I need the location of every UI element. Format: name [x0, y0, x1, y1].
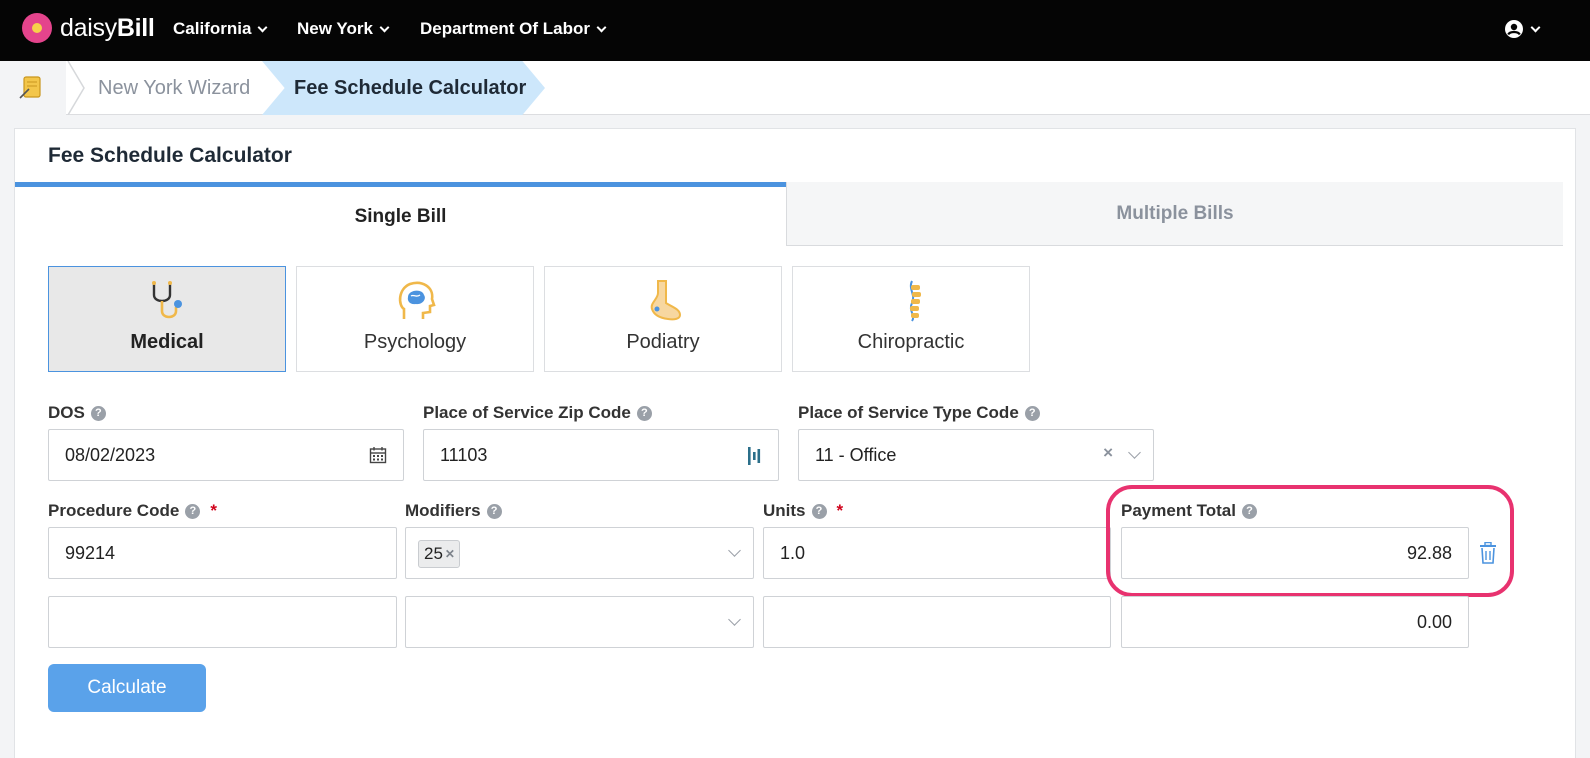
nav-california[interactable]: California	[173, 19, 268, 39]
nav-new-york[interactable]: New York	[297, 19, 390, 39]
breadcrumb-fee-schedule-calculator: Fee Schedule Calculator	[294, 77, 527, 99]
provider-type-chiropractic[interactable]: Chiropractic	[792, 266, 1030, 372]
tab-single-bill[interactable]: Single Bill	[15, 182, 786, 246]
modifiers-select[interactable]	[405, 596, 754, 648]
calendar-icon[interactable]	[369, 446, 387, 464]
help-icon[interactable]: ?	[486, 503, 502, 519]
top-navigation: daisyBill California New York Department…	[0, 0, 1590, 61]
help-icon[interactable]: ?	[811, 503, 827, 519]
pos-type-select[interactable]: 11 - Office ×	[798, 429, 1154, 481]
tab-multiple-bills[interactable]: Multiple Bills	[786, 182, 1563, 246]
breadcrumb-home[interactable]	[0, 61, 66, 115]
procedure-code-input[interactable]	[48, 596, 397, 648]
provider-type-label: Psychology	[363, 331, 467, 353]
brain-icon	[398, 281, 436, 319]
breadcrumb-separator	[67, 61, 85, 115]
pos-type-label: Place of Service Type Code?	[798, 403, 1040, 423]
payment-total-value: 0.00	[1416, 611, 1452, 632]
pos-type-value: 11 - Office	[815, 444, 897, 465]
modifiers-label: Modifiers?	[405, 501, 502, 521]
provider-type-podiatry[interactable]: Podiatry	[544, 266, 782, 372]
procedure-code-value: 99214	[65, 542, 116, 563]
fee-calculator-card: Fee Schedule Calculator Single Bill Mult…	[14, 128, 1576, 758]
provider-type-medical[interactable]: Medical	[48, 266, 286, 372]
provider-type-psychology[interactable]: Psychology	[296, 266, 534, 372]
nav-department-of-labor[interactable]: Department Of Labor	[420, 19, 607, 39]
units-value: 1.0	[780, 542, 806, 563]
spine-icon	[909, 280, 921, 322]
procedure-code-label: Procedure Code? *	[48, 501, 217, 520]
zip-code-label: Place of Service Zip Code?	[423, 403, 652, 423]
modifiers-select[interactable]: 25 ✕	[405, 527, 754, 579]
required-marker: *	[210, 501, 217, 520]
user-circle-icon	[1505, 20, 1523, 38]
remove-tag-icon[interactable]: ✕	[445, 547, 455, 561]
dos-label: DOS?	[48, 403, 106, 423]
provider-type-label: Podiatry	[626, 331, 700, 353]
autofill-icon[interactable]	[746, 446, 762, 466]
zip-code-value: 11103	[440, 444, 488, 465]
chevron-down-icon	[257, 22, 268, 32]
units-input[interactable]: 1.0	[763, 527, 1111, 579]
notepad-icon	[19, 76, 41, 99]
procedure-code-input[interactable]: 99214	[48, 527, 397, 579]
breadcrumb: New York Wizard Fee Schedule Calculator	[0, 61, 1590, 115]
modifier-tag-label: 25	[424, 544, 443, 563]
clear-icon[interactable]: ×	[1103, 443, 1113, 463]
chevron-down-icon	[728, 613, 741, 626]
payment-total-output: 0.00	[1121, 596, 1469, 648]
dos-value: 08/02/2023	[65, 444, 156, 465]
user-menu[interactable]	[1504, 19, 1541, 39]
calculate-button[interactable]: Calculate	[48, 664, 206, 712]
units-label: Units? *	[763, 501, 844, 520]
payment-total-highlight	[1106, 485, 1514, 597]
units-input[interactable]	[763, 596, 1111, 648]
help-icon[interactable]: ?	[1024, 405, 1040, 421]
help-icon[interactable]: ?	[185, 503, 201, 519]
zip-code-input[interactable]: 11103	[423, 429, 779, 481]
chevron-down-icon	[728, 544, 741, 557]
provider-type-label: Medical	[130, 331, 204, 353]
help-icon[interactable]: ?	[90, 405, 106, 421]
foot-icon	[650, 280, 682, 321]
daisybill-logo[interactable]: daisyBill	[22, 13, 155, 43]
chevron-down-icon	[379, 22, 390, 32]
dos-input[interactable]: 08/02/2023	[48, 429, 404, 481]
daisy-flower-icon	[22, 13, 52, 43]
help-icon[interactable]: ?	[636, 405, 652, 421]
chevron-down-icon	[1128, 446, 1141, 459]
card-title: Fee Schedule Calculator	[48, 144, 292, 167]
chevron-down-icon	[1530, 22, 1541, 32]
breadcrumb-new-york-wizard[interactable]: New York Wizard	[98, 77, 250, 100]
chevron-down-icon	[596, 22, 607, 32]
provider-type-label: Chiropractic	[857, 331, 965, 353]
required-marker: *	[836, 501, 844, 520]
brand-name: daisyBill	[60, 13, 155, 42]
modifier-tag[interactable]: 25 ✕	[418, 540, 460, 568]
stethoscope-icon	[152, 281, 182, 319]
